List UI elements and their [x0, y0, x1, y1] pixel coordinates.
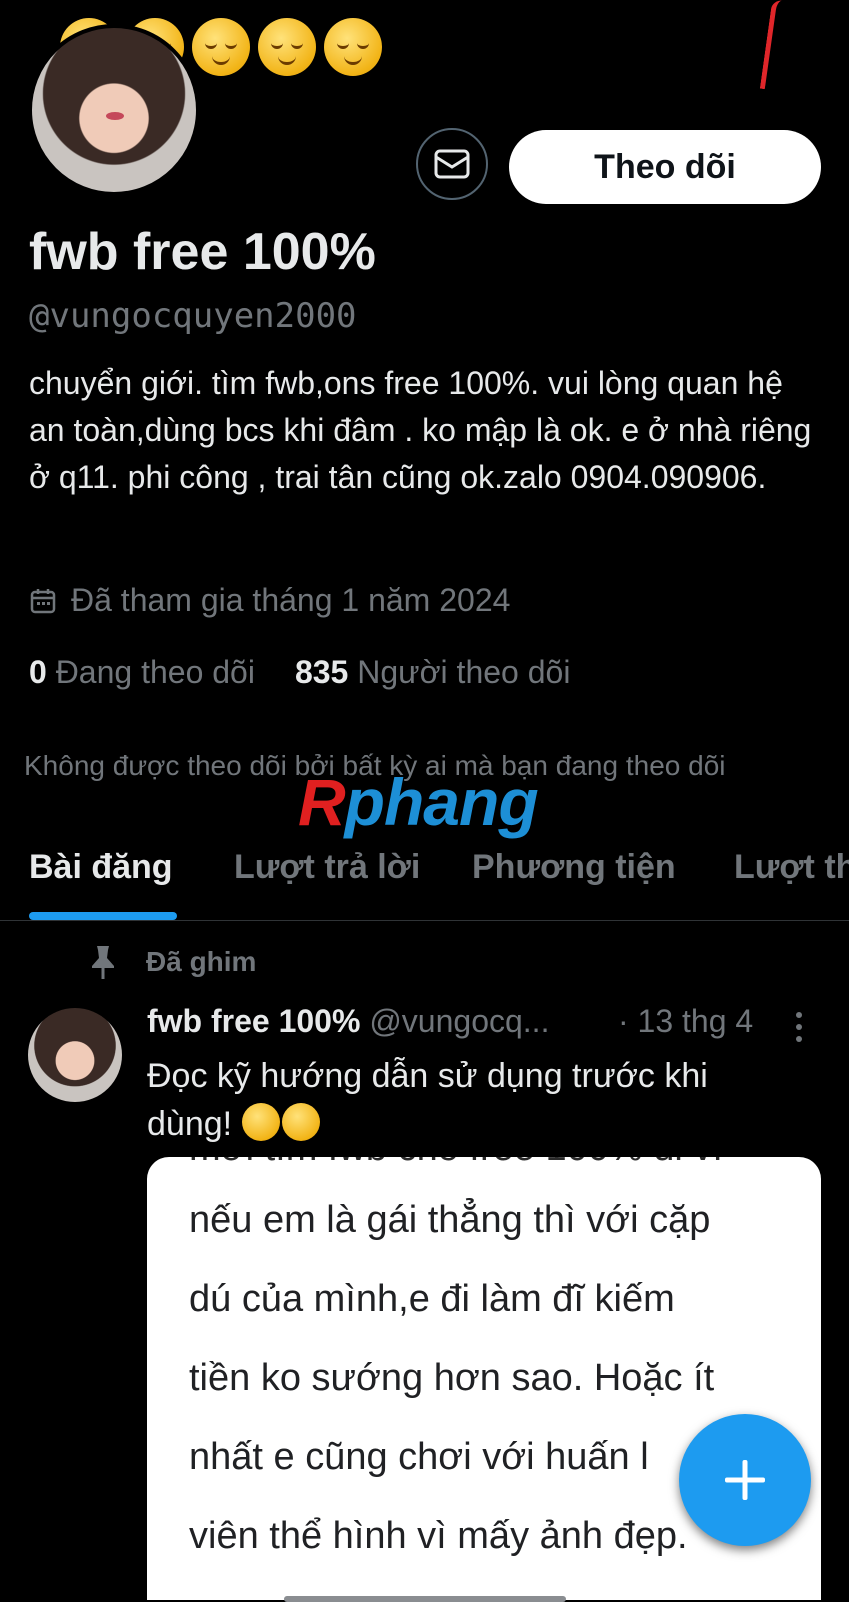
following-link[interactable]: 0 Đang theo dõi	[29, 654, 255, 691]
active-tab-indicator	[29, 912, 177, 920]
tab-posts[interactable]: Bài đăng	[29, 848, 173, 887]
post-date[interactable]: · 13 thg 4	[618, 1003, 753, 1040]
red-pen-mark	[759, 0, 788, 91]
relieved-face-icon	[324, 18, 382, 76]
smiling-face-icon	[281, 1103, 320, 1141]
followers-count: 835	[294, 654, 349, 690]
follow-stats: 0 Đang theo dõi 835 Người theo dõi	[29, 654, 570, 691]
tab-replies[interactable]: Lượt trả lời	[234, 848, 420, 887]
home-indicator[interactable]	[284, 1596, 566, 1602]
profile-handle: @vungocquyen2000	[29, 296, 357, 336]
profile-tabs: Bài đăng Lượt trả lời Phương tiện Lượt t…	[0, 820, 849, 921]
profile-avatar[interactable]	[28, 24, 200, 196]
more-options-icon[interactable]	[796, 1012, 802, 1048]
relieved-face-icon	[192, 18, 250, 76]
media-cut-line: mới tìm fwb cho free 100% đi vì	[189, 1157, 723, 1170]
following-label: Đang theo dõi	[55, 654, 255, 690]
mail-icon	[434, 149, 470, 179]
pinned-label: Đã ghim	[146, 946, 257, 977]
calendar-icon	[30, 588, 56, 613]
pin-icon	[92, 946, 114, 979]
joined-date: Đã tham gia tháng 1 năm 2024	[29, 582, 510, 619]
joined-text: Đã tham gia tháng 1 năm 2024	[71, 582, 511, 618]
post-text: Đọc kỹ hướng dẫn sử dụng trước khi dùng!	[147, 1052, 797, 1148]
message-button[interactable]	[416, 128, 488, 200]
follow-button[interactable]: Theo dõi	[509, 130, 821, 204]
profile-bio: chuyển giới. tìm fwb,ons free 100%. vui …	[29, 365, 812, 495]
media-line: dú của mình,e đi làm đĩ kiếm	[189, 1278, 675, 1320]
post-header: fwb free 100% @vungocq...	[147, 1003, 549, 1040]
compose-post-button[interactable]	[679, 1414, 811, 1546]
smiling-face-icon	[241, 1103, 280, 1141]
post-text-content: Đọc kỹ hướng dẫn sử dụng trước khi dùng!	[147, 1057, 708, 1143]
media-line: tiền ko sướng hơn sao. Hoặc ít	[189, 1357, 715, 1399]
media-line: nhất e cũng chơi với huấn l	[189, 1436, 649, 1478]
display-name: fwb free 100%	[29, 223, 376, 281]
followers-link[interactable]: 835 Người theo dõi	[295, 654, 570, 691]
media-line: viên thể hình vì mấy ảnh đẹp.	[189, 1515, 688, 1557]
plus-icon	[725, 1460, 765, 1500]
post-author-handle[interactable]: @vungocq...	[369, 1003, 549, 1039]
pinned-indicator: Đã ghim	[90, 944, 256, 980]
post-author-name[interactable]: fwb free 100%	[147, 1003, 360, 1039]
media-line: nếu em là gái thẳng thì với cặp	[189, 1199, 711, 1241]
tab-media[interactable]: Phương tiện	[472, 848, 676, 887]
post-author-avatar[interactable]	[28, 1008, 122, 1102]
followers-label: Người theo dõi	[357, 654, 571, 690]
relieved-face-icon	[258, 18, 316, 76]
tab-likes[interactable]: Lượt th	[734, 848, 849, 887]
following-count: 0	[29, 654, 47, 690]
